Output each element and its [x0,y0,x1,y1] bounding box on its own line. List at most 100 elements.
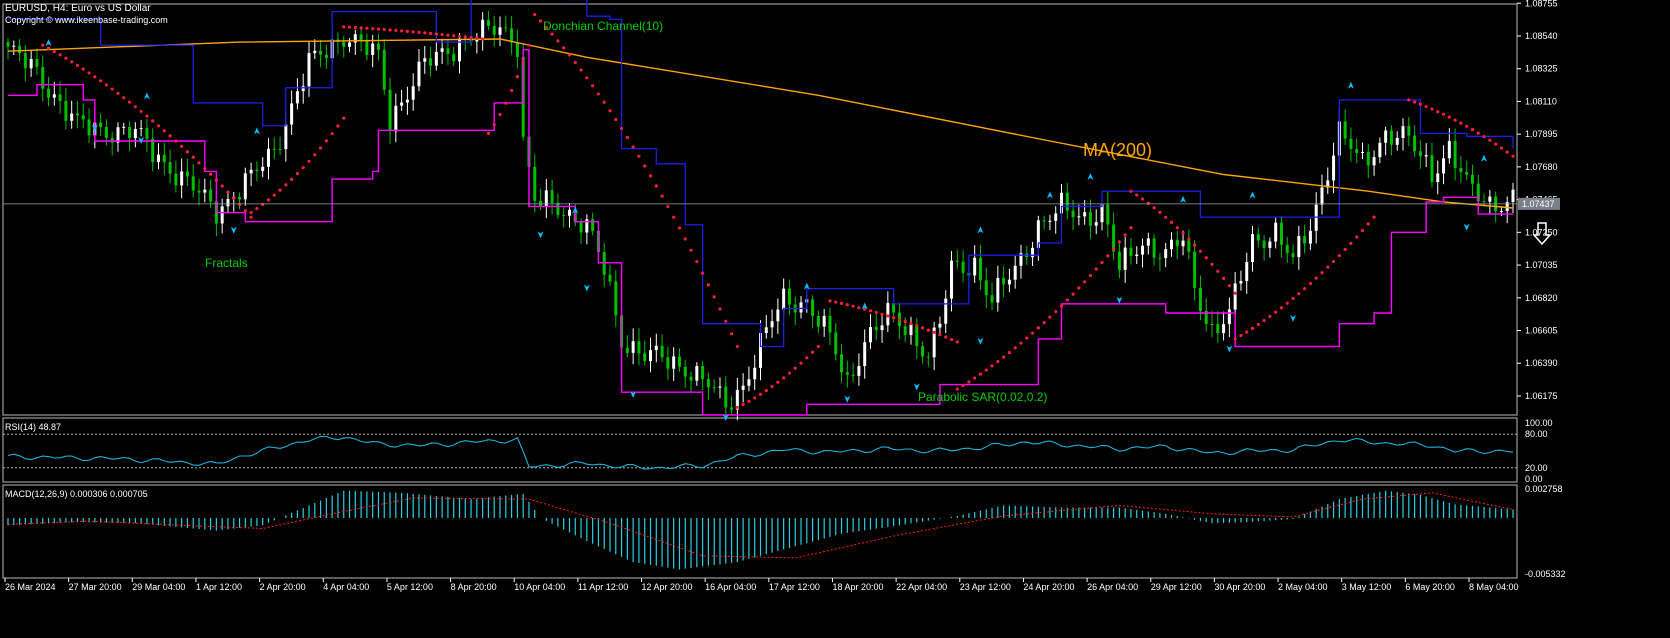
fractal-up-marker [1249,191,1256,199]
candles-group [6,10,1515,421]
candle-body [1465,172,1469,175]
rsi-line [7,435,1514,470]
time-tick-label: 8 May 04:00 [1469,582,1519,592]
psar-dot [897,318,902,322]
candle-body [1193,251,1197,288]
psar-dot [1106,254,1110,258]
psar-dot [1059,304,1064,308]
candle-body [556,202,560,216]
time-tick-label: 11 Apr 12:00 [578,582,628,592]
psar-dot [1025,336,1029,340]
candle-body [944,298,948,324]
candle-body [1245,262,1249,282]
candle-body [313,50,317,54]
candle-body [567,209,571,216]
fractal-up-marker [1087,173,1094,181]
candle-body [1262,240,1266,248]
psar-dot [619,126,624,131]
psar-dot [1279,306,1284,310]
candle-body [915,324,919,347]
candle-body [220,206,224,224]
candle-body [1355,148,1359,153]
fractal-up-marker [143,92,150,100]
candle-body [1378,142,1382,158]
candle-body [504,27,508,29]
candle-body [1007,279,1011,285]
psar-dot [573,60,577,65]
price-tick-label: 1.06820 [1525,293,1558,303]
psar-dot [1430,107,1434,111]
candle-body [29,58,33,69]
candle-body [1308,230,1312,244]
candle-body [973,257,977,276]
donchian-upper-band [8,0,1514,348]
psar-dot [359,26,363,30]
candle-body [828,315,832,333]
psar-dot [695,259,699,264]
candle-body [1442,158,1446,174]
candle-body [770,321,774,328]
psar-dot [58,53,62,57]
candle-body [104,126,108,138]
candle-body [1129,247,1133,256]
candle-body [631,341,635,353]
psar-dot [932,330,936,334]
candle-body [440,48,444,52]
psar-dot [475,36,479,40]
candle-body [990,295,994,303]
psar-dot [452,34,456,38]
candle-body [203,189,207,193]
psar-dot [249,215,253,219]
candle-body [359,34,363,41]
psar-dot [1140,197,1145,201]
psar-dot [666,204,670,209]
psar-dot [1499,146,1504,150]
candle-body [110,137,114,143]
psar-dot [504,101,508,105]
candle-body [52,94,56,98]
psar-dot [423,31,427,35]
psar-dot [226,190,230,194]
psar-dot [1447,115,1451,119]
psar-dot [509,88,514,93]
psar-dot [266,198,271,202]
psar-dot [955,340,959,344]
candle-body [724,386,728,408]
psar-dot [145,114,149,118]
current-price-label: 1.07437 [1522,199,1555,209]
psar-dot [116,91,120,95]
psar-dot [1158,210,1162,215]
psar-dot [689,248,693,252]
psar-dot [498,112,502,117]
psar-dot [342,25,346,29]
candle-body [1482,201,1486,203]
psar-dot [556,39,560,43]
psar-dot [232,196,236,200]
psar-dot [70,60,74,64]
psar-dot [591,84,595,88]
psar-dot [261,202,265,206]
candle-body [18,45,22,54]
candle-body [649,350,653,362]
psar-dot [87,71,91,75]
candle-body [64,100,68,121]
candle-body [816,315,820,327]
candle-body [863,342,867,366]
candle-body [886,303,890,326]
candle-body [168,162,172,174]
psar-dot [718,307,722,311]
psar-dot [93,75,97,79]
fractals-label: Fractals [205,256,248,270]
psar-dot [683,237,687,241]
psar-dot [672,215,676,219]
candle-body [712,387,716,389]
psar-dot [1459,121,1463,125]
candle-body [1210,323,1214,325]
psar-dot [602,100,606,104]
candle-body [1291,253,1295,258]
psar-dot [1355,235,1359,239]
psar-dot [318,146,323,150]
psar-dot [631,145,635,149]
candle-body [81,115,85,120]
psar-dot [1297,292,1301,296]
